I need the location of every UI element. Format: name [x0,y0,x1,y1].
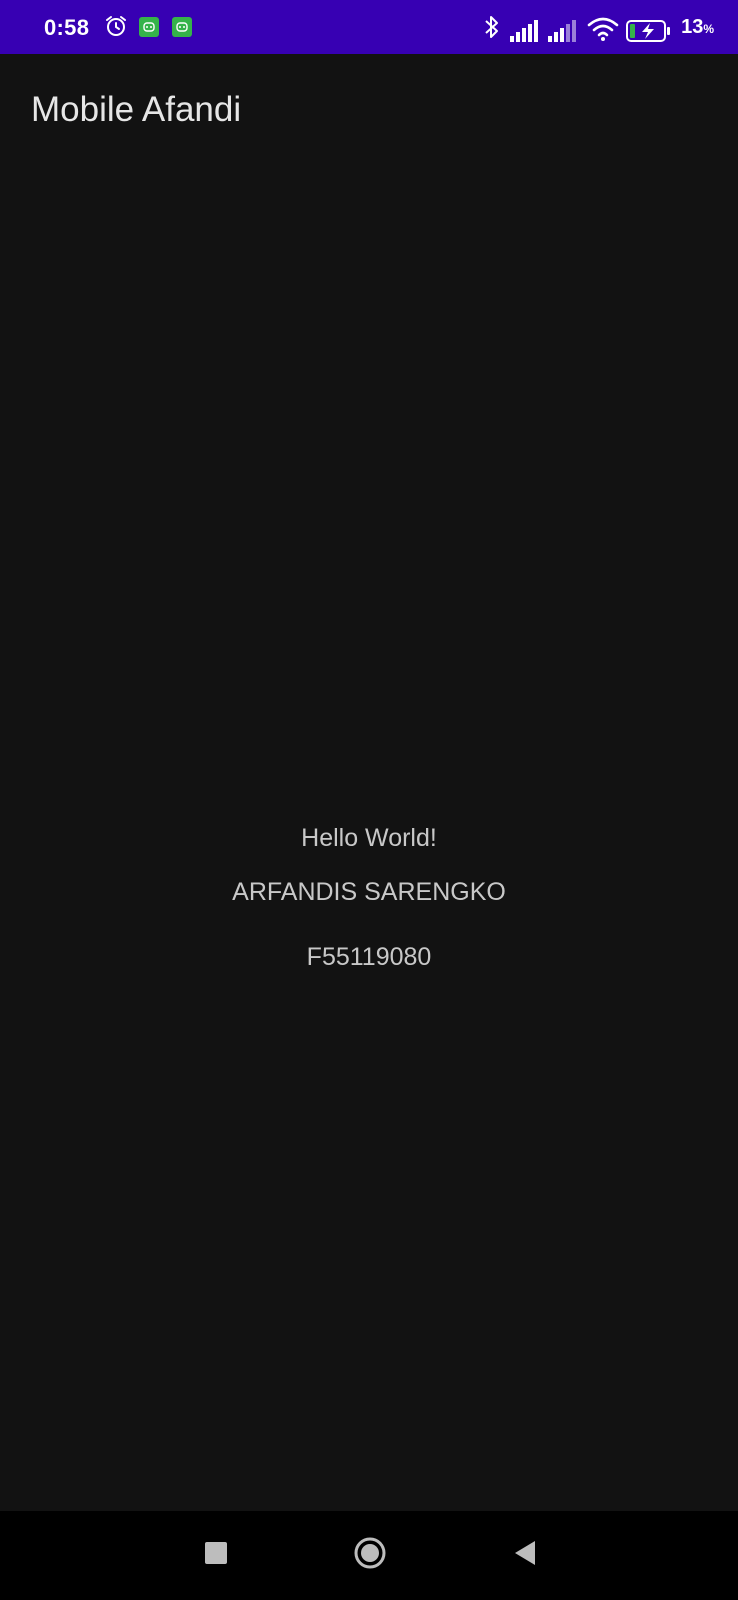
signal-icon [510,20,540,47]
recents-icon [205,1542,227,1569]
back-icon [513,1540,537,1571]
back-button[interactable] [505,1511,545,1600]
app-notification-icon [172,17,192,37]
status-bar: 0:58 13% [0,0,738,54]
wifi-icon [587,16,619,47]
navigation-bar [0,1511,738,1600]
bluetooth-icon [483,14,501,45]
greeting-text: Hello World! [301,824,437,852]
battery-percentage: 13% [681,16,714,38]
battery-charging-icon [626,19,672,48]
alarm-icon [104,14,128,43]
signal-icon [548,20,578,47]
name-text: ARFANDIS SARENGKO [232,878,506,906]
main-content: Hello World! ARFANDIS SARENGKO F55119080 [0,166,738,1511]
app-notification-icon [139,17,159,37]
page-title: Mobile Afandi [31,90,242,129]
home-icon [353,1536,387,1575]
recents-button[interactable] [196,1511,236,1600]
status-time: 0:58 [44,15,90,40]
app-bar: Mobile Afandi [0,54,738,166]
student-id-text: F55119080 [306,943,432,971]
home-button[interactable] [348,1511,392,1600]
